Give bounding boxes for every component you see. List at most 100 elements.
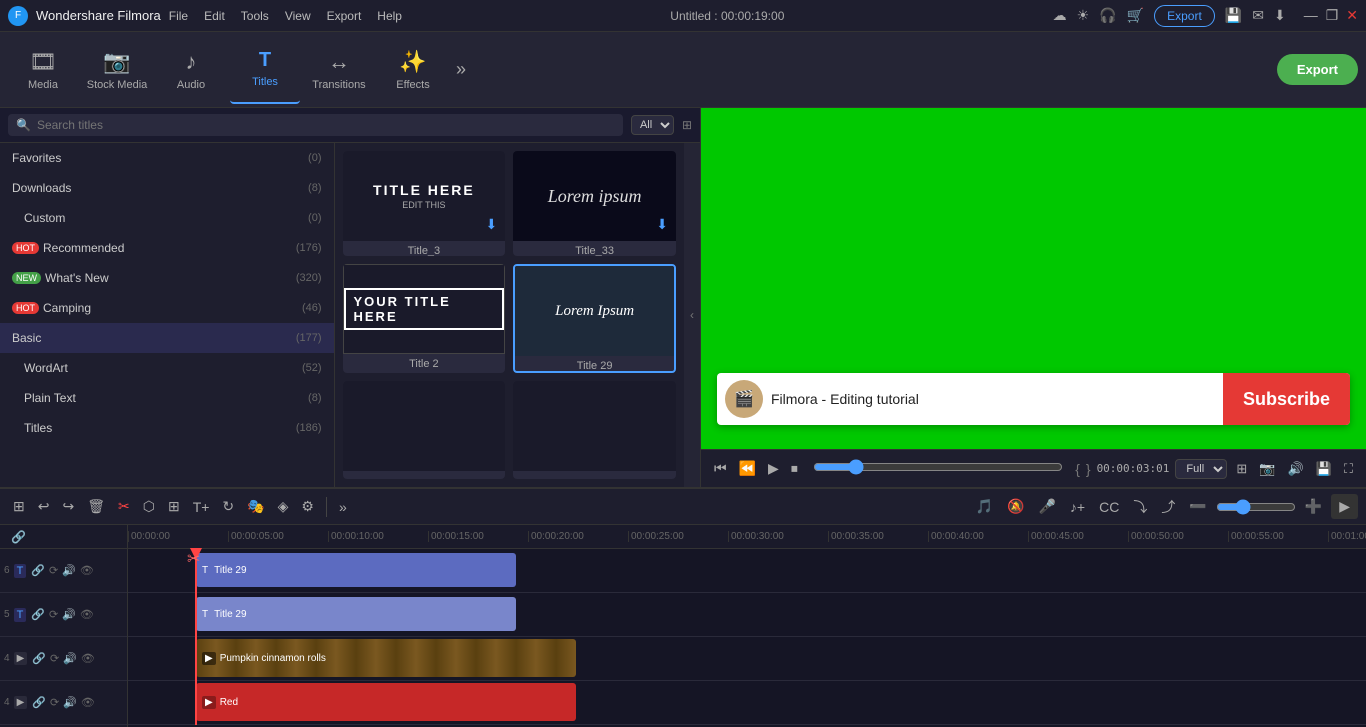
timeline-tracks-scroll[interactable]: 00:00:00 00:00:05:00 00:00:10:00 00:00:1… — [128, 525, 1366, 727]
tl-clip-out[interactable]: ⤴ — [1156, 494, 1180, 520]
track-clip-pumpkin[interactable]: ▶ Pumpkin cinnamon rolls — [196, 639, 576, 677]
search-input[interactable] — [37, 118, 615, 132]
track-clip-red[interactable]: ▶ Red — [196, 683, 576, 721]
tl-more[interactable]: » — [334, 496, 352, 518]
menu-help[interactable]: Help — [377, 9, 402, 23]
save-icon[interactable]: 💾 — [1225, 7, 1242, 24]
sidebar-item-whats-new[interactable]: NEW What's New (320) — [0, 263, 334, 293]
sidebar-item-plaintext[interactable]: Plain Text (8) — [0, 383, 334, 413]
track-link-4r[interactable]: 🔗 — [31, 695, 47, 710]
fit-screen-button[interactable]: ⊞ — [1233, 458, 1250, 480]
tl-clip-in[interactable]: ⤵ — [1128, 494, 1152, 520]
play-button[interactable]: ▶ — [765, 457, 782, 480]
tl-delete[interactable]: 🗑 — [82, 495, 110, 518]
track-vol-6[interactable]: 🔊 — [61, 563, 77, 578]
timeline-zoom-slider[interactable] — [1216, 499, 1296, 515]
export-button[interactable]: Export — [1277, 54, 1358, 85]
volume-button[interactable]: 🔊 — [1285, 458, 1307, 480]
track-clip-title29-5[interactable]: T Title 29 — [196, 597, 516, 631]
tab-transitions[interactable]: ↔ Transitions — [304, 36, 374, 104]
title-card-title3[interactable]: TITLE HERE EDIT THIS ⬇ Title_3 — [343, 151, 506, 256]
tl-add-track[interactable]: ⊞ — [8, 495, 30, 518]
track-cam-4v[interactable]: ⟳ — [49, 651, 60, 666]
sun-icon[interactable]: ☀ — [1077, 7, 1090, 24]
menu-file[interactable]: File — [169, 9, 188, 23]
menu-view[interactable]: View — [285, 9, 311, 23]
subscribe-button[interactable]: Subscribe — [1223, 373, 1350, 425]
tl-undo[interactable]: ↩ — [33, 495, 55, 518]
tab-stock[interactable]: 📷 Stock Media — [82, 36, 152, 104]
track-clip-title29-6[interactable]: T Title 29 — [196, 553, 516, 587]
tab-media[interactable]: 🎞 Media — [8, 36, 78, 104]
sidebar-item-basic[interactable]: Basic (177) — [0, 323, 334, 353]
close-button[interactable]: ✕ — [1346, 7, 1358, 24]
headset-icon[interactable]: 🎧 — [1099, 7, 1116, 24]
tl-right-panel[interactable]: ▶ — [1331, 494, 1358, 519]
mail-icon[interactable]: ✉ — [1252, 7, 1264, 24]
tab-titles[interactable]: T Titles — [230, 36, 300, 104]
filter-dropdown[interactable]: All — [631, 115, 674, 135]
sidebar-item-downloads[interactable]: Downloads (8) — [0, 173, 334, 203]
stop-button[interactable]: ⏹ — [788, 457, 801, 480]
sidebar-item-recommended[interactable]: HOT Recommended (176) — [0, 233, 334, 263]
track-link-5[interactable]: 🔗 — [30, 607, 46, 622]
tl-settings[interactable]: ⚙ — [296, 495, 319, 518]
cloud-icon[interactable]: ☁ — [1053, 7, 1067, 24]
track-link-6[interactable]: 🔗 — [30, 563, 46, 578]
tl-audio-duck[interactable]: 🎵 — [971, 495, 998, 518]
sidebar-item-titles[interactable]: Titles (186) — [0, 413, 334, 443]
title-card-title2[interactable]: YOUR TITLE HERE Title 2 — [343, 264, 506, 373]
tl-redo[interactable]: ↪ — [57, 495, 79, 518]
sidebar-item-custom[interactable]: Custom (0) — [0, 203, 334, 233]
menu-edit[interactable]: Edit — [204, 9, 225, 23]
track-link-button[interactable]: 🔗 — [6, 527, 31, 547]
preview-timeline-slider[interactable] — [813, 459, 1063, 475]
track-cam-5[interactable]: ⟳ — [48, 607, 59, 622]
tl-cut[interactable]: ✂ — [113, 495, 135, 518]
download-icon[interactable]: ⬇ — [1274, 7, 1286, 24]
sidebar-item-camping[interactable]: HOT Camping (46) — [0, 293, 334, 323]
tl-zoom-in[interactable]: ➕ — [1300, 495, 1327, 518]
track-eye-5[interactable]: 👁 — [79, 607, 95, 622]
scroll-arrow[interactable]: ‹ — [684, 143, 700, 487]
title-card-title33[interactable]: Lorem ipsum ⬇ Title_33 — [513, 151, 676, 256]
more-tabs-button[interactable]: » — [452, 55, 470, 84]
track-vol-4v[interactable]: 🔊 — [62, 651, 78, 666]
tl-color[interactable]: 🎭 — [242, 495, 269, 518]
track-vol-5[interactable]: 🔊 — [61, 607, 77, 622]
track-eye-6[interactable]: 👁 — [79, 563, 95, 578]
login-button[interactable]: Export — [1154, 5, 1215, 27]
zoom-level-dropdown[interactable]: Full — [1175, 459, 1227, 479]
frame-back-button[interactable]: ⏪ — [736, 457, 759, 480]
track-eye-4v[interactable]: 👁 — [80, 651, 96, 666]
track-link-4v[interactable]: 🔗 — [31, 651, 47, 666]
tl-captions[interactable]: CC — [1094, 496, 1124, 518]
snapshot-button[interactable]: 📷 — [1256, 458, 1278, 480]
tab-effects[interactable]: ✨ Effects — [378, 36, 448, 104]
skip-back-button[interactable]: ⏮ — [711, 457, 730, 480]
sidebar-item-favorites[interactable]: Favorites (0) — [0, 143, 334, 173]
sidebar-item-wordart[interactable]: WordArt (52) — [0, 353, 334, 383]
tl-split[interactable]: ⊞ — [163, 495, 185, 518]
tl-rotate[interactable]: ↻ — [217, 495, 239, 518]
cart-icon[interactable]: 🛒 — [1127, 7, 1144, 24]
tl-music[interactable]: ♪+ — [1065, 496, 1090, 518]
title-card-empty1[interactable] — [343, 381, 506, 479]
menu-export[interactable]: Export — [327, 9, 362, 23]
fullscreen-button[interactable]: ⛶ — [1341, 458, 1356, 480]
maximize-button[interactable]: ❐ — [1326, 7, 1339, 24]
tl-record[interactable]: 🎤 — [1033, 495, 1060, 518]
grid-view-icon[interactable]: ⊞ — [682, 118, 692, 132]
tl-speed[interactable]: ◈ — [273, 495, 294, 518]
track-eye-4r[interactable]: 👁 — [80, 695, 96, 710]
track-cam-6[interactable]: ⟳ — [48, 563, 59, 578]
tl-crop[interactable]: ⬡ — [138, 495, 160, 518]
tl-silence[interactable]: 🔕 — [1002, 495, 1029, 518]
minimize-button[interactable]: — — [1304, 7, 1318, 24]
menu-tools[interactable]: Tools — [241, 9, 269, 23]
track-cam-4r[interactable]: ⟳ — [49, 695, 60, 710]
title3-download-icon[interactable]: ⬇ — [486, 216, 498, 233]
tl-zoom-out[interactable]: ➖ — [1184, 495, 1211, 518]
tl-text[interactable]: T+ — [188, 496, 215, 518]
track-vol-4r[interactable]: 🔊 — [62, 695, 78, 710]
